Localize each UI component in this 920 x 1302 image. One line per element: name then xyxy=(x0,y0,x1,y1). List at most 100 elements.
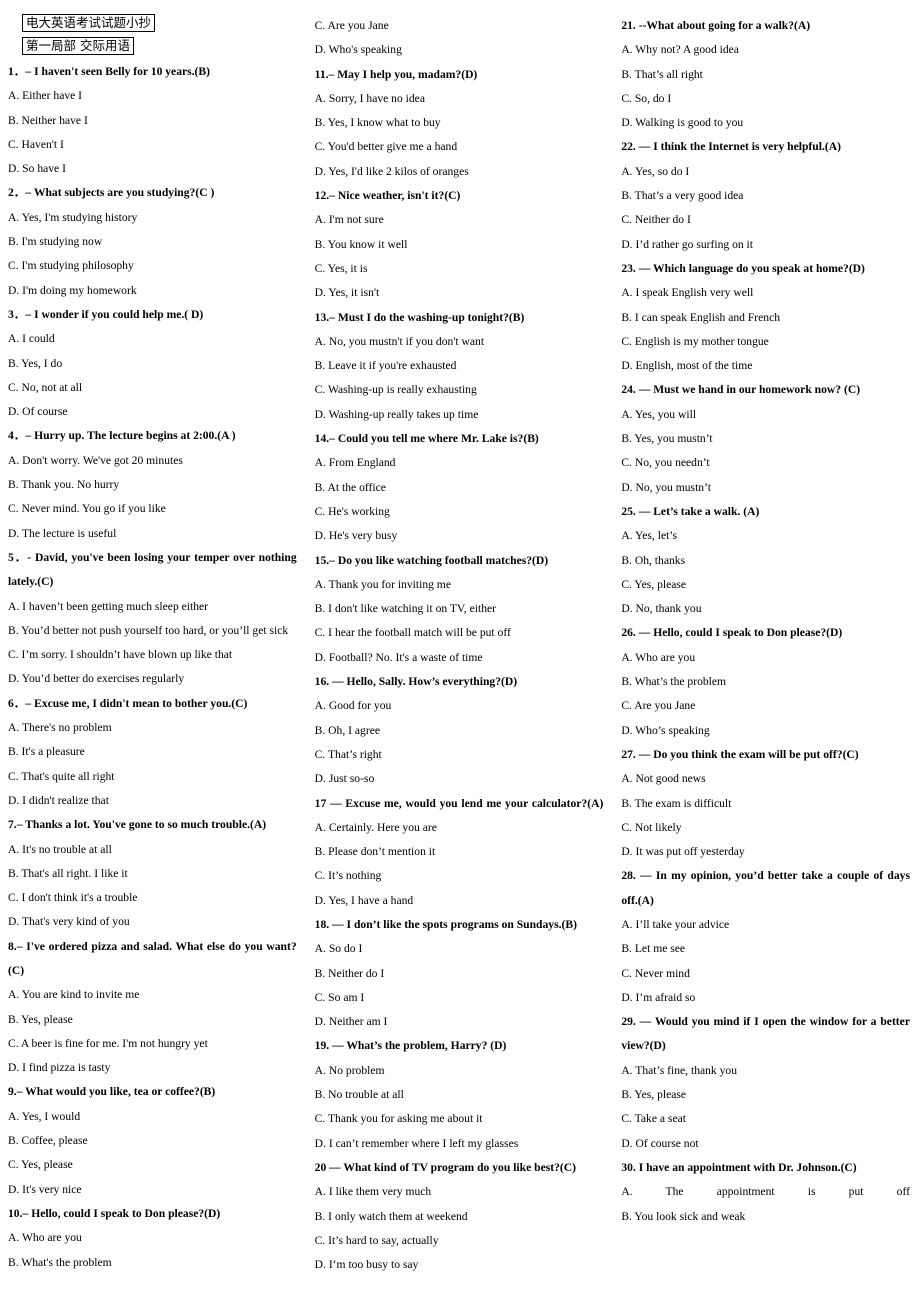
answer-option[interactable]: C. I hear the football match will be put… xyxy=(315,621,606,645)
answer-option[interactable]: B. Oh, thanks xyxy=(621,549,912,573)
answer-option[interactable]: B. I can speak English and French xyxy=(621,306,912,330)
answer-option[interactable]: B. Thank you. No hurry xyxy=(8,473,299,497)
answer-option[interactable]: B. Yes, I do xyxy=(8,352,299,376)
answer-option[interactable]: B. It's a pleasure xyxy=(8,740,299,764)
answer-option[interactable]: A. That’s fine, thank you xyxy=(621,1059,912,1083)
answer-option[interactable]: B. Yes, please xyxy=(8,1008,299,1032)
answer-option[interactable]: D. Who’s speaking xyxy=(621,719,912,743)
answer-option[interactable]: A. Either have I xyxy=(8,84,299,108)
answer-option[interactable]: D. Of course xyxy=(8,400,299,424)
answer-option[interactable]: C. English is my mother tongue xyxy=(621,330,912,354)
answer-option[interactable]: C. It’s nothing xyxy=(315,864,606,888)
answer-option[interactable]: C. Thank you for asking me about it xyxy=(315,1107,606,1131)
answer-option[interactable]: B. You’d better not push yourself too ha… xyxy=(8,619,299,643)
answer-option[interactable]: A. Thank you for inviting me xyxy=(315,573,606,597)
answer-option[interactable]: D. I find pizza is tasty xyxy=(8,1056,299,1080)
answer-option[interactable]: B. Leave it if you're exhausted xyxy=(315,354,606,378)
answer-option[interactable]: C. That’s right xyxy=(315,743,606,767)
answer-option[interactable]: A. Don't worry. We've got 20 minutes xyxy=(8,449,299,473)
answer-option[interactable]: D. Yes, it isn't xyxy=(315,281,606,305)
answer-option[interactable]: C. Are you Jane xyxy=(315,14,606,38)
answer-option[interactable]: A. I’ll take your advice xyxy=(621,913,912,937)
answer-option[interactable]: A. It's no trouble at all xyxy=(8,838,299,862)
answer-option[interactable]: C. So, do I xyxy=(621,87,912,111)
answer-option[interactable]: B. No trouble at all xyxy=(315,1083,606,1107)
answer-option[interactable]: B. That’s all right xyxy=(621,63,912,87)
answer-option[interactable]: D. I can’t remember where I left my glas… xyxy=(315,1132,606,1156)
answer-option[interactable]: C. Are you Jane xyxy=(621,694,912,718)
answer-option[interactable]: A. Good for you xyxy=(315,694,606,718)
answer-option[interactable]: D. I didn't realize that xyxy=(8,789,299,813)
answer-option[interactable]: B. Please don’t mention it xyxy=(315,840,606,864)
answer-option[interactable]: A. Why not? A good idea xyxy=(621,38,912,62)
answer-option[interactable]: D. I‘m too busy to say xyxy=(315,1253,606,1277)
answer-option[interactable]: B. Neither do I xyxy=(315,962,606,986)
answer-option[interactable]: C. No, you needn’t xyxy=(621,451,912,475)
answer-option[interactable]: B. Oh, I agree xyxy=(315,719,606,743)
answer-option[interactable]: C. A beer is fine for me. I'm not hungry… xyxy=(8,1032,299,1056)
answer-option[interactable]: A. No, you mustn't if you don't want xyxy=(315,330,606,354)
answer-option[interactable]: A. Sorry, I have no idea xyxy=(315,87,606,111)
answer-option[interactable]: D. Who's speaking xyxy=(315,38,606,62)
answer-option[interactable]: A. Who are you xyxy=(8,1226,299,1250)
answer-option[interactable]: A. I could xyxy=(8,327,299,351)
answer-option[interactable]: C. I don't think it's a trouble xyxy=(8,886,299,910)
answer-option[interactable]: A. No problem xyxy=(315,1059,606,1083)
answer-option[interactable]: B. Coffee, please xyxy=(8,1129,299,1153)
answer-option[interactable]: C. Neither do I xyxy=(621,208,912,232)
answer-option[interactable]: D. He's very busy xyxy=(315,524,606,548)
answer-option[interactable]: D. I’m afraid so xyxy=(621,986,912,1010)
answer-option[interactable]: D. Yes, I have a hand xyxy=(315,889,606,913)
answer-option[interactable]: D. It's very nice xyxy=(8,1178,299,1202)
answer-option[interactable]: C. I’m sorry. I shouldn’t have blown up … xyxy=(8,643,299,667)
answer-option[interactable]: A. The appointment is put off xyxy=(621,1180,912,1204)
answer-option[interactable]: B. That’s a very good idea xyxy=(621,184,912,208)
answer-option[interactable]: B. What’s the problem xyxy=(621,670,912,694)
answer-option[interactable]: B. Yes, you mustn’t xyxy=(621,427,912,451)
answer-option[interactable]: D. Washing-up really takes up time xyxy=(315,403,606,427)
answer-option[interactable]: D. No, you mustn’t xyxy=(621,476,912,500)
answer-option[interactable]: D. English, most of the time xyxy=(621,354,912,378)
answer-option[interactable]: D. Just so-so xyxy=(315,767,606,791)
answer-option[interactable]: C. Take a seat xyxy=(621,1107,912,1131)
answer-option[interactable]: D. So have I xyxy=(8,157,299,181)
answer-option[interactable]: D. No, thank you xyxy=(621,597,912,621)
answer-option[interactable]: D. I'm doing my homework xyxy=(8,279,299,303)
answer-option[interactable]: C. That's quite all right xyxy=(8,765,299,789)
answer-option[interactable]: C. Washing-up is really exhausting xyxy=(315,378,606,402)
answer-option[interactable]: D. Walking is good to you xyxy=(621,111,912,135)
answer-option[interactable]: A. Yes, I'm studying history xyxy=(8,206,299,230)
answer-option[interactable]: C. It’s hard to say, actually xyxy=(315,1229,606,1253)
answer-option[interactable]: D. You’d better do exercises regularly xyxy=(8,667,299,691)
answer-option[interactable]: A. You are kind to invite me xyxy=(8,983,299,1007)
answer-option[interactable]: A. So do I xyxy=(315,937,606,961)
answer-option[interactable]: D. I’d rather go surfing on it xyxy=(621,233,912,257)
answer-option[interactable]: A. Yes, you will xyxy=(621,403,912,427)
answer-option[interactable]: B. At the office xyxy=(315,476,606,500)
answer-option[interactable]: B. Yes, please xyxy=(621,1083,912,1107)
answer-option[interactable]: D. Of course not xyxy=(621,1132,912,1156)
answer-option[interactable]: C. Never mind xyxy=(621,962,912,986)
answer-option[interactable]: C. Haven't I xyxy=(8,133,299,157)
answer-option[interactable]: A. From England xyxy=(315,451,606,475)
answer-option[interactable]: B. You look sick and weak xyxy=(621,1205,912,1229)
answer-option[interactable]: C. Yes, please xyxy=(8,1153,299,1177)
answer-option[interactable]: C. Yes, please xyxy=(621,573,912,597)
answer-option[interactable]: B. The exam is difficult xyxy=(621,792,912,816)
answer-option[interactable]: B. I only watch them at weekend xyxy=(315,1205,606,1229)
answer-option[interactable]: A. Yes, I would xyxy=(8,1105,299,1129)
answer-option[interactable]: C. No, not at all xyxy=(8,376,299,400)
answer-option[interactable]: A. I speak English very well xyxy=(621,281,912,305)
answer-option[interactable]: A. I haven’t been getting much sleep eit… xyxy=(8,595,299,619)
answer-option[interactable]: B. What's the problem xyxy=(8,1251,299,1275)
answer-option[interactable]: D. Football? No. It's a waste of time xyxy=(315,646,606,670)
answer-option[interactable]: C. Not likely xyxy=(621,816,912,840)
answer-option[interactable]: B. I don't like watching it on TV, eithe… xyxy=(315,597,606,621)
answer-option[interactable]: B. That's all right. I like it xyxy=(8,862,299,886)
answer-option[interactable]: D. Neither am I xyxy=(315,1010,606,1034)
answer-option[interactable]: C. I'm studying philosophy xyxy=(8,254,299,278)
answer-option[interactable]: A. Not good news xyxy=(621,767,912,791)
answer-option[interactable]: D. The lecture is useful xyxy=(8,522,299,546)
answer-option[interactable]: C. So am I xyxy=(315,986,606,1010)
answer-option[interactable]: B. Yes, I know what to buy xyxy=(315,111,606,135)
